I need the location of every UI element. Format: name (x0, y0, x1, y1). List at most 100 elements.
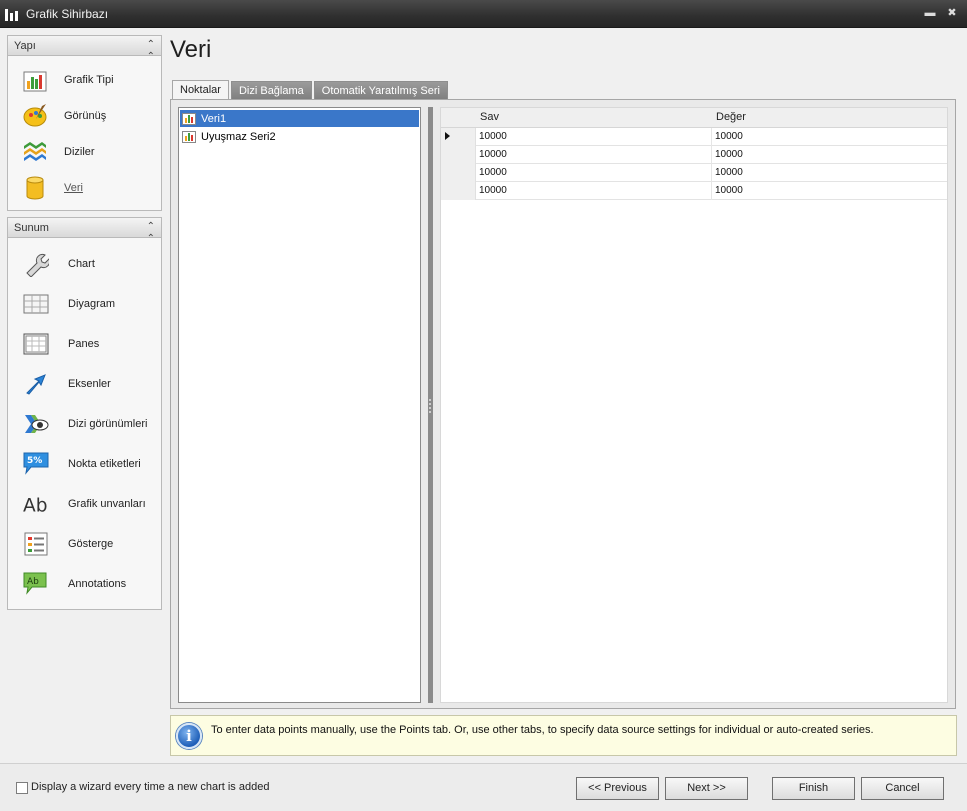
axes-arrow-icon (26, 374, 46, 395)
nav-item-label: Görünüş (64, 110, 107, 122)
nav-item-label: Annotations (68, 578, 127, 590)
previous-button[interactable]: << Previous (576, 777, 659, 800)
tab-auto-created-series[interactable]: Otomatik Yaratılmış Seri (313, 81, 448, 100)
nav-item-data[interactable]: Veri (8, 172, 161, 204)
annotations-icon: Ab (23, 572, 47, 595)
cell-argument[interactable]: 10000 (479, 185, 507, 196)
series-item[interactable]: Uyuşmaz Seri2 (180, 128, 419, 145)
nav-item-label: Veri (64, 182, 83, 194)
diagram-grid-icon (23, 294, 49, 314)
nav-item-legend[interactable]: Gösterge (8, 528, 161, 560)
presentation-group-header[interactable]: Sunum ⌃ ⌃ (8, 218, 161, 244)
structure-group-title: Yapı (14, 39, 36, 52)
column-header-value[interactable]: Değer (716, 111, 746, 123)
chart-titles-ab-icon: Ab (23, 495, 47, 516)
row-indicator[interactable] (441, 164, 476, 182)
cell-value[interactable]: 10000 (715, 185, 743, 196)
cell-argument[interactable]: 10000 (479, 131, 507, 142)
cell-argument[interactable]: 10000 (479, 149, 507, 160)
cell-value[interactable]: 10000 (715, 131, 743, 142)
finish-button[interactable]: Finish (772, 777, 855, 800)
collapse-chevron-icon[interactable]: ⌃ ⌃ (147, 221, 155, 245)
column-divider (711, 128, 712, 200)
table-row[interactable]: 10000 10000 (441, 164, 947, 182)
series-item-label: Veri1 (201, 112, 227, 125)
nav-item-series-views[interactable]: Dizi görünümleri (8, 408, 161, 440)
nav-item-label: Grafik Tipi (64, 74, 114, 86)
nav-item-annotations[interactable]: Ab Annotations (8, 568, 161, 600)
chart-wizard-app-icon (4, 6, 20, 22)
series-chart-icon (182, 130, 196, 143)
show-wizard-checkbox[interactable] (16, 782, 28, 794)
nav-item-label: Panes (68, 338, 100, 350)
nav-item-label: Diyagram (68, 298, 116, 310)
nav-item-label: Gösterge (68, 538, 114, 550)
svg-text:5%: 5% (27, 456, 42, 466)
info-hint-text: To enter data points manually, use the P… (211, 724, 874, 736)
nav-item-chart-type[interactable]: Grafik Tipi (8, 64, 161, 96)
cell-argument[interactable]: 10000 (479, 167, 507, 178)
info-icon: i (176, 723, 202, 749)
splitter-handle[interactable] (428, 107, 433, 703)
cell-value[interactable]: 10000 (715, 149, 743, 160)
page-title: Veri (170, 36, 212, 63)
presentation-group: Sunum ⌃⌃ Chart Diyagram Panes Eksenler (7, 217, 162, 610)
next-button[interactable]: Next >> (665, 777, 748, 800)
nav-item-appearance[interactable]: Görünüş (8, 100, 161, 132)
window-title: Grafik Sihirbazı (26, 6, 109, 21)
series-chart-icon (182, 112, 196, 125)
tab-strip: Noktalar Dizi Bağlama Otomatik Yaratılmı… (172, 80, 450, 100)
points-grid[interactable]: Sav Değer 10000 10000 10000 10000 10000 … (440, 107, 948, 703)
nav-item-label: Chart (68, 258, 95, 270)
nav-item-chart-titles[interactable]: Ab Grafik unvanları (8, 488, 161, 520)
nav-item-label: Dizi görünümleri (68, 418, 148, 430)
row-indicator[interactable] (441, 128, 476, 146)
nav-item-panes[interactable]: Panes (8, 328, 161, 360)
tab-points[interactable]: Noktalar (172, 80, 229, 100)
collapse-chevron-icon[interactable]: ⌃ ⌃ (147, 39, 155, 63)
current-row-arrow-icon (445, 132, 450, 140)
nav-item-chart[interactable]: Chart (8, 248, 161, 280)
series-view-eye-icon (25, 415, 49, 433)
window-titlebar: Grafik Sihirbazı ▬ ✖ (0, 0, 967, 28)
column-header-argument[interactable]: Sav (480, 111, 499, 123)
cancel-button[interactable]: Cancel (861, 777, 944, 800)
nav-item-axes[interactable]: Eksenler (8, 368, 161, 400)
series-item[interactable]: Veri1 (180, 110, 419, 127)
table-row[interactable]: 10000 10000 (441, 146, 947, 164)
restore-icon[interactable]: ▬ (923, 6, 937, 20)
row-indicator[interactable] (441, 146, 476, 164)
panes-icon (23, 333, 49, 355)
grid-header: Sav Değer (441, 108, 947, 128)
structure-group: Yapı ⌃ ⌃ Grafik Tipi Görünüş Diziler Ver… (7, 35, 162, 211)
tab-series-binding[interactable]: Dizi Bağlama (230, 81, 312, 100)
series-list[interactable]: Veri1 Uyuşmaz Seri2 (178, 107, 421, 703)
nav-item-series[interactable]: Diziler (8, 136, 161, 168)
chart-type-icon (23, 71, 47, 92)
close-icon[interactable]: ✖ (945, 6, 959, 20)
nav-item-label: Nokta etiketleri (68, 458, 141, 470)
table-row[interactable]: 10000 10000 (441, 182, 947, 200)
point-labels-icon: 5% (23, 452, 49, 475)
nav-item-diagram[interactable]: Diyagram (8, 288, 161, 320)
structure-group-header[interactable]: Yapı ⌃ ⌃ (8, 36, 161, 62)
nav-item-label: Diziler (64, 146, 95, 158)
nav-item-point-labels[interactable]: 5% Nokta etiketleri (8, 448, 161, 480)
nav-item-label: Grafik unvanları (68, 498, 146, 510)
info-hint-bar: i To enter data points manually, use the… (170, 715, 957, 756)
cell-value[interactable]: 10000 (715, 167, 743, 178)
presentation-group-title: Sunum (14, 221, 49, 234)
show-wizard-checkbox-label[interactable]: Display a wizard every time a new chart … (31, 781, 269, 793)
tab-panel: Veri1 Uyuşmaz Seri2 Sav Değer 10000 1000… (170, 99, 956, 709)
wrench-icon (26, 253, 49, 277)
table-row[interactable]: 10000 10000 (441, 128, 947, 146)
data-cylinder-icon (26, 176, 44, 200)
row-indicator[interactable] (441, 182, 476, 200)
appearance-palette-icon (23, 104, 47, 127)
svg-text:Ab: Ab (23, 495, 47, 516)
series-layers-icon (24, 142, 46, 161)
svg-text:Ab: Ab (27, 577, 39, 587)
series-item-label: Uyuşmaz Seri2 (201, 130, 276, 143)
nav-item-label: Eksenler (68, 378, 111, 390)
legend-icon (24, 532, 48, 556)
